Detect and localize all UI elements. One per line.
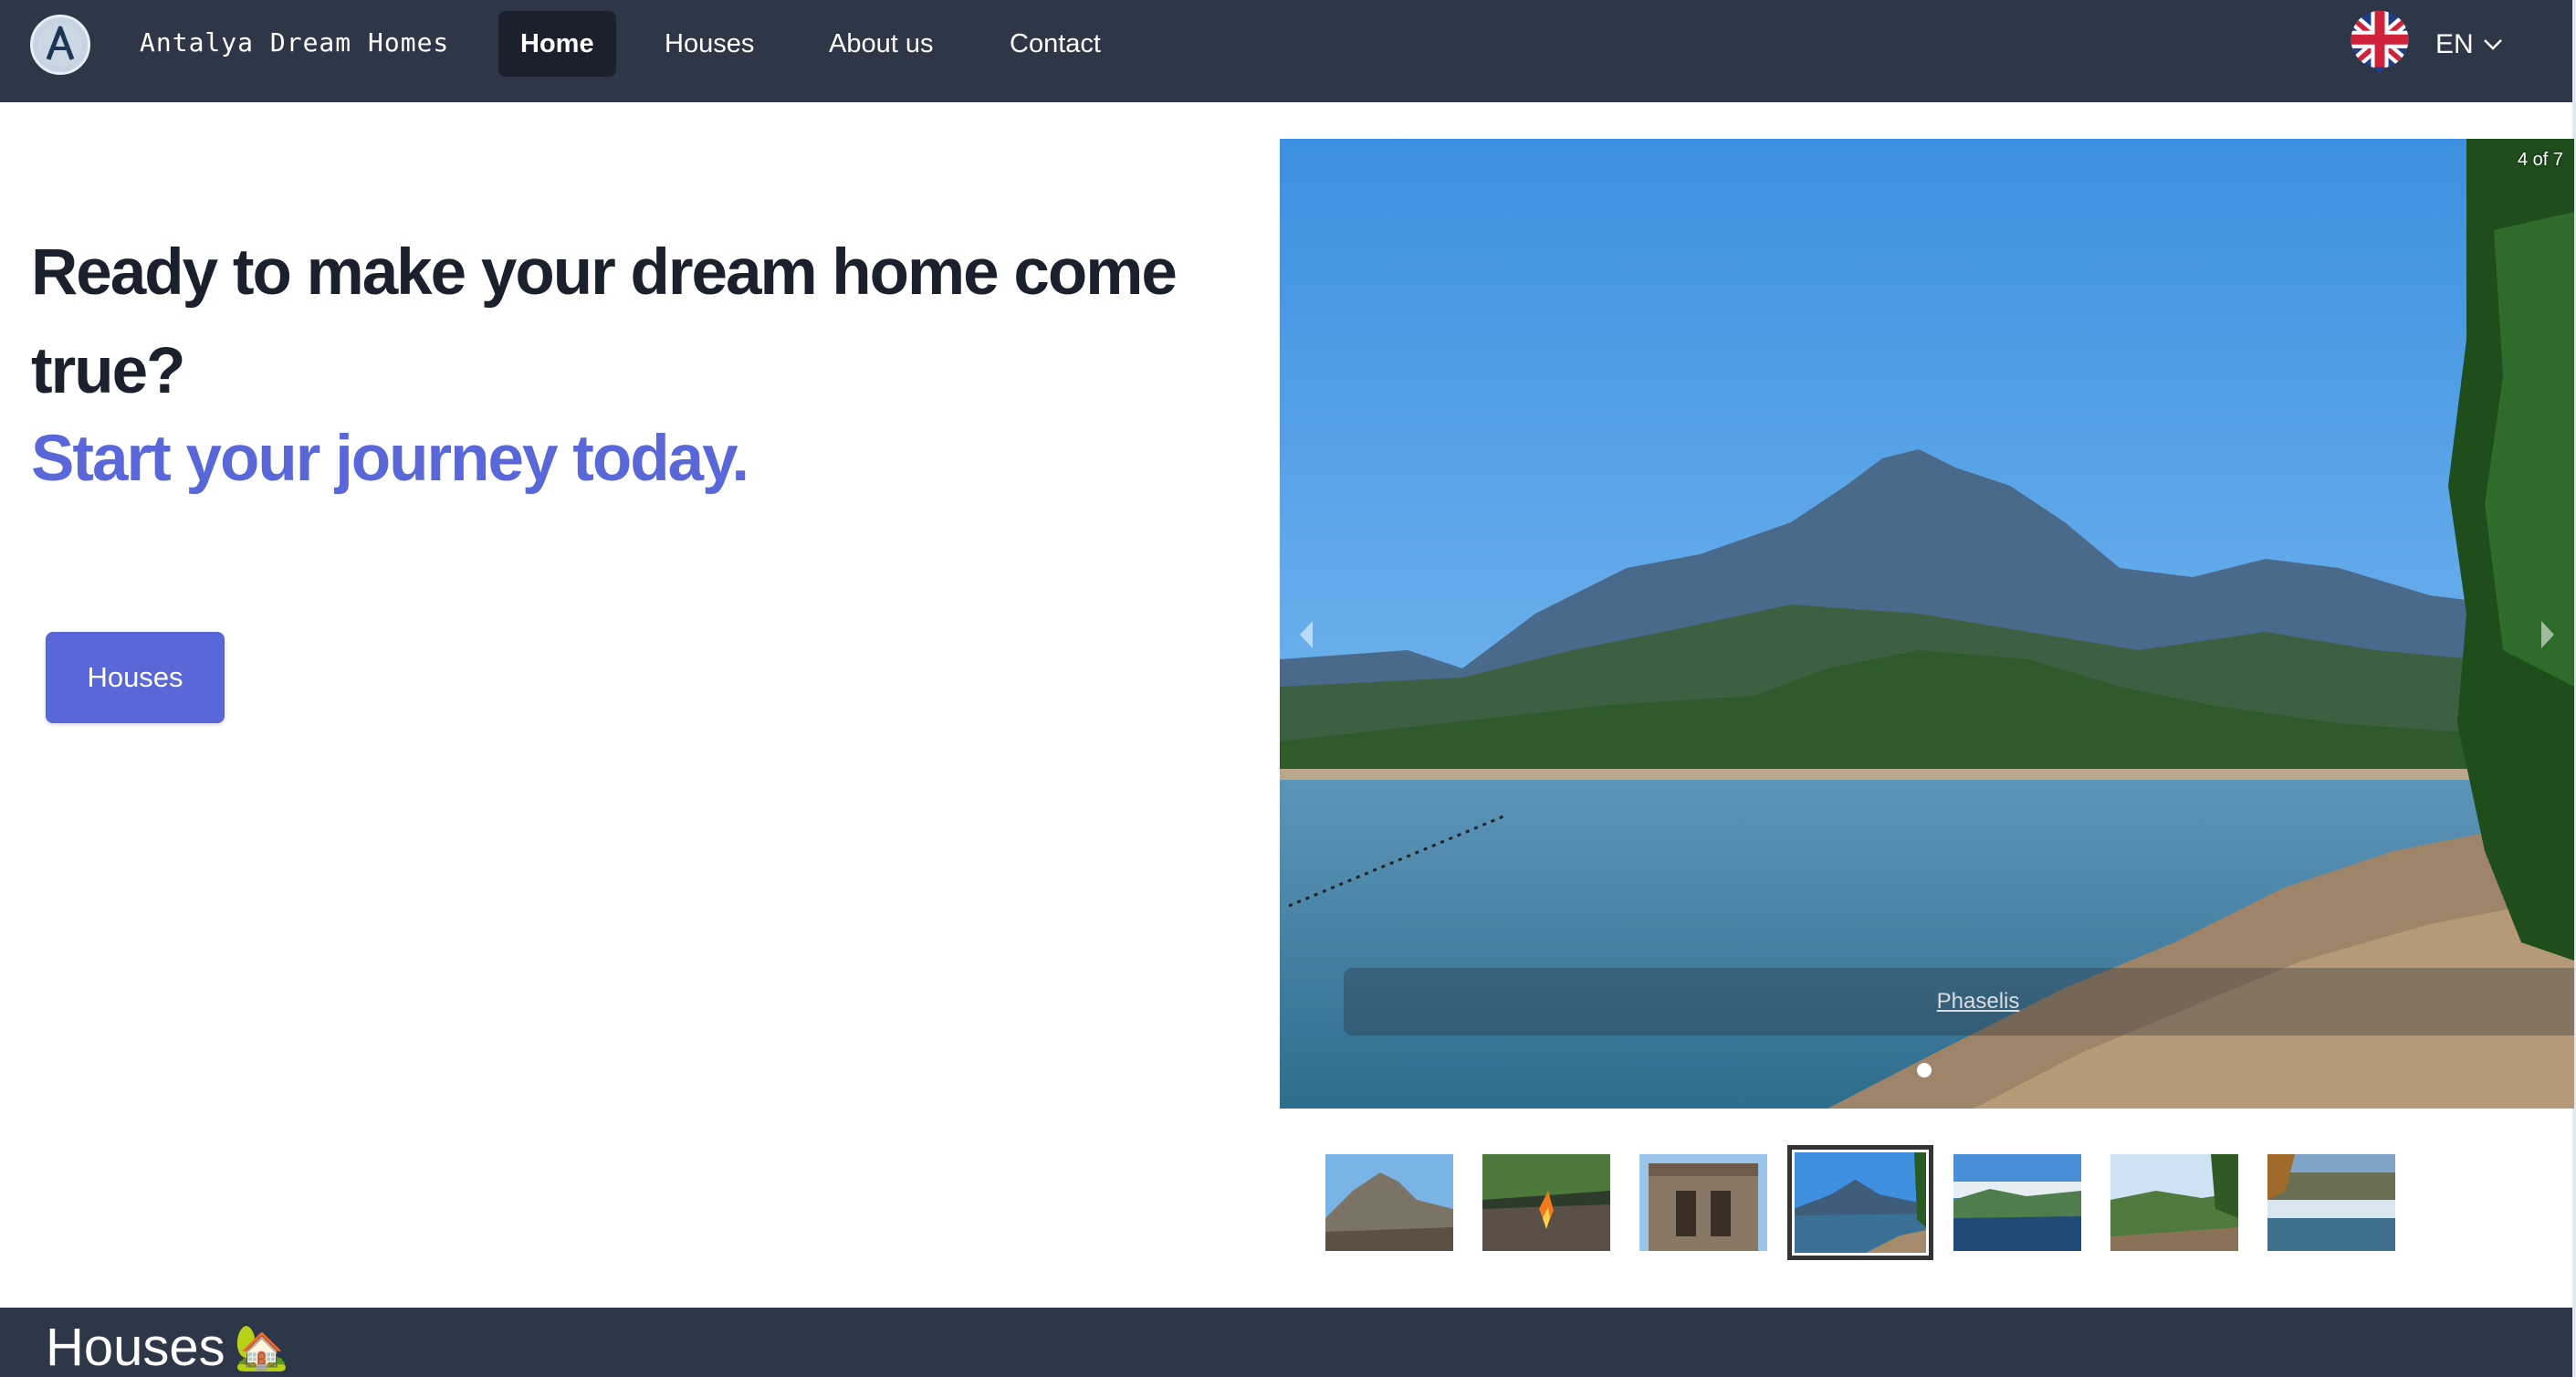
chevron-right-icon	[2541, 621, 2554, 648]
carousel-thumbnail[interactable]	[1953, 1154, 2081, 1251]
carousel-prev-button[interactable]	[1293, 612, 1320, 657]
brand-name[interactable]: Antalya Dream Homes	[140, 27, 449, 58]
hero-subtitle: Start your journey today.	[31, 423, 749, 495]
slide-caption: Phaselis	[1344, 968, 2574, 1035]
carousel-thumbnail[interactable]	[2267, 1154, 2395, 1251]
language-selector[interactable]: EN	[2435, 29, 2503, 60]
uk-flag-icon[interactable]	[2342, 9, 2417, 75]
houses-button[interactable]: Houses	[46, 632, 225, 723]
nav-home[interactable]: Home	[498, 11, 616, 77]
nav-houses[interactable]: Houses	[643, 11, 776, 77]
carousel-next-button[interactable]	[2534, 612, 2561, 657]
carousel-thumbnail-selected[interactable]	[1787, 1145, 1933, 1260]
logo-icon[interactable]	[30, 15, 90, 75]
houses-heading-text: Houses	[46, 1318, 225, 1377]
carousel-thumbnail[interactable]	[1639, 1154, 1767, 1251]
house-emoji-icon: 🏡	[234, 1324, 289, 1372]
carousel-thumbnail[interactable]	[1325, 1154, 1453, 1251]
nav-contact[interactable]: Contact	[988, 11, 1123, 77]
slide-counter: 4 of 7	[2517, 150, 2563, 170]
caption-link[interactable]: Phaselis	[1937, 989, 2020, 1014]
carousel-thumbnail[interactable]	[2110, 1154, 2238, 1251]
chevron-left-icon	[1300, 621, 1313, 648]
image-carousel[interactable]: 4 of 7 Phaselis	[1280, 139, 2574, 1109]
houses-section	[0, 1308, 2572, 1377]
language-code: EN	[2435, 29, 2474, 59]
chevron-down-icon	[2483, 39, 2502, 50]
houses-section-heading: Houses 🏡	[46, 1317, 288, 1377]
hero-title: Ready to make your dream home come true?	[31, 237, 1178, 407]
top-navbar: Antalya Dream Homes Home Houses About us…	[0, 0, 2576, 102]
carousel-thumbnail[interactable]	[1482, 1154, 1610, 1251]
nav-about-us[interactable]: About us	[807, 11, 955, 77]
carousel-image-phaselis	[1280, 139, 2574, 1109]
slide-indicator-dot[interactable]	[1917, 1063, 1932, 1077]
